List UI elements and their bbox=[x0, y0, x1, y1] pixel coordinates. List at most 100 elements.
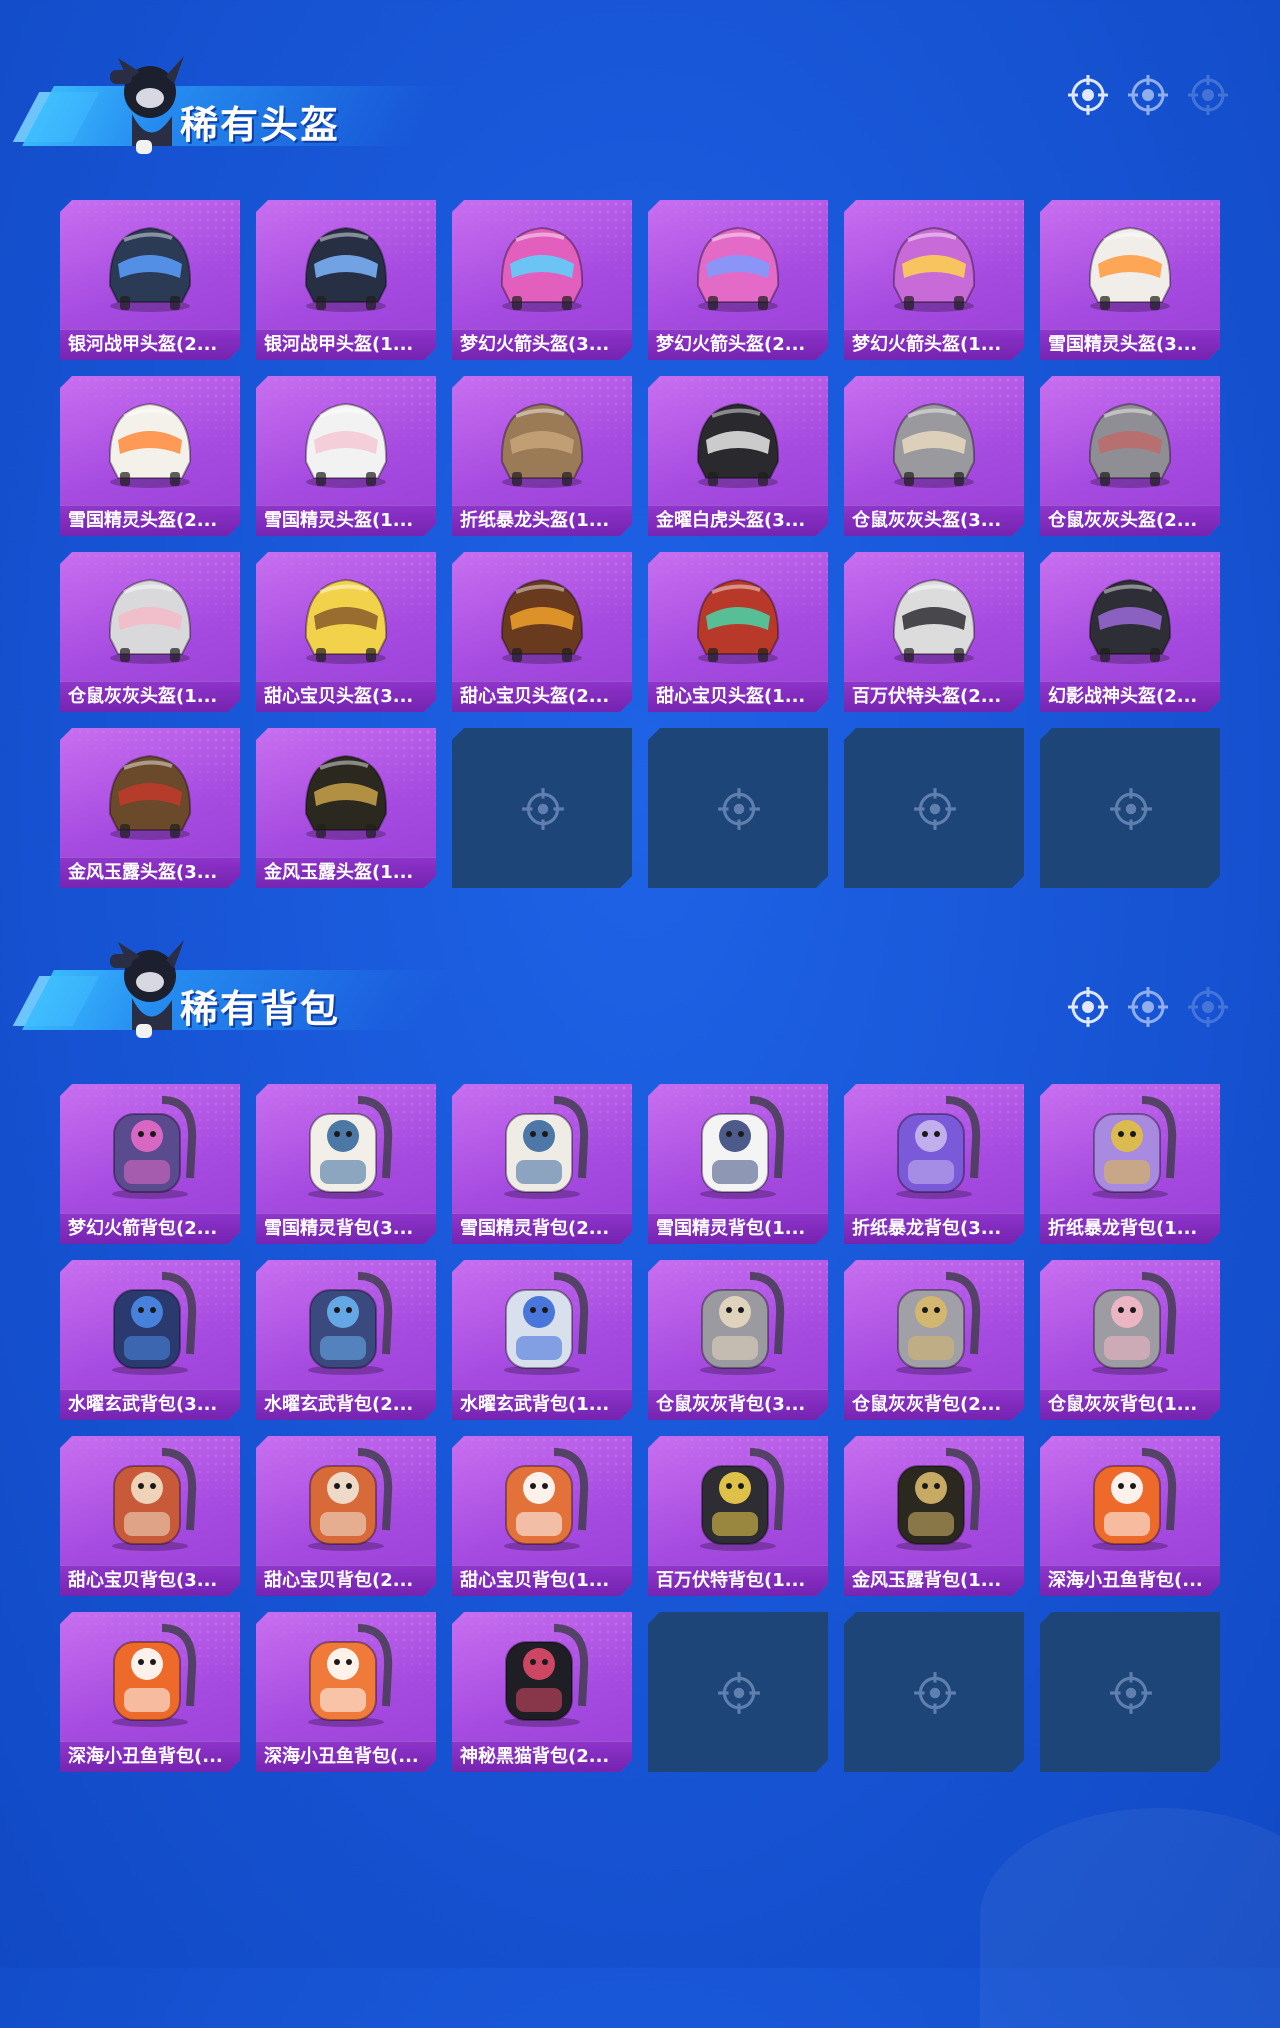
backpack-icon bbox=[286, 1442, 406, 1554]
backpack-item-card[interactable]: 仓鼠灰灰背包(1... bbox=[1040, 1260, 1220, 1420]
crosshair-icon[interactable] bbox=[1126, 73, 1170, 117]
backpack-item-card[interactable]: 雪国精灵背包(3... bbox=[256, 1084, 436, 1244]
helmet-grid: 银河战甲头盔(2... 银河战甲头盔(1... 梦幻火箭头盔(3... 梦幻火箭头盔(… bbox=[60, 200, 1220, 888]
helmet-item-card[interactable]: 甜心宝贝头盔(2... bbox=[452, 552, 632, 712]
backpack-item-card[interactable]: 神秘黑猫背包(2... bbox=[452, 1612, 632, 1772]
helmet-item-card[interactable]: 金曜白虎头盔(3... bbox=[648, 376, 828, 536]
crosshair-icon[interactable] bbox=[1066, 73, 1110, 117]
helmet-icon bbox=[286, 558, 406, 670]
helmet-icon bbox=[482, 382, 602, 494]
helmet-icon bbox=[286, 382, 406, 494]
item-label: 水曜玄武背包(1... bbox=[452, 1389, 632, 1420]
crosshair-placeholder-icon bbox=[716, 1670, 762, 1716]
item-label: 水曜玄武背包(3... bbox=[60, 1389, 240, 1420]
backpack-grid: 梦幻火箭背包(2... 雪国精灵背包(3... 雪国精灵背包(2... 雪国精灵背包(… bbox=[60, 1084, 1220, 1772]
helmet-icon bbox=[286, 206, 406, 318]
item-label: 甜心宝贝头盔(1... bbox=[648, 681, 828, 712]
backpack-item-card[interactable]: 深海小丑鱼背包(... bbox=[1040, 1436, 1220, 1596]
backpack-item-card[interactable]: 水曜玄武背包(1... bbox=[452, 1260, 632, 1420]
empty-slot bbox=[648, 1612, 828, 1772]
backpack-item-card[interactable]: 水曜玄武背包(2... bbox=[256, 1260, 436, 1420]
backpack-item-card[interactable]: 雪国精灵背包(2... bbox=[452, 1084, 632, 1244]
helmet-icon bbox=[1070, 206, 1190, 318]
crosshair-placeholder-icon bbox=[520, 786, 566, 832]
helmet-item-card[interactable]: 仓鼠灰灰头盔(1... bbox=[60, 552, 240, 712]
item-label: 折纸暴龙背包(3... bbox=[844, 1213, 1024, 1244]
helmet-item-card[interactable]: 梦幻火箭头盔(3... bbox=[452, 200, 632, 360]
backpack-item-card[interactable]: 梦幻火箭背包(2... bbox=[60, 1084, 240, 1244]
helmet-item-card[interactable]: 雪国精灵头盔(3... bbox=[1040, 200, 1220, 360]
helmet-icon bbox=[286, 734, 406, 846]
helmet-item-card[interactable]: 雪国精灵头盔(1... bbox=[256, 376, 436, 536]
backpack-item-card[interactable]: 折纸暴龙背包(3... bbox=[844, 1084, 1024, 1244]
backpack-item-card[interactable]: 折纸暴龙背包(1... bbox=[1040, 1084, 1220, 1244]
section-title: 稀有背包 bbox=[180, 987, 341, 1031]
helmet-icon bbox=[678, 206, 798, 318]
backpack-item-card[interactable]: 金风玉露背包(1... bbox=[844, 1436, 1024, 1596]
helmet-item-card[interactable]: 雪国精灵头盔(2... bbox=[60, 376, 240, 536]
crosshair-icon[interactable] bbox=[1186, 985, 1230, 1029]
helmet-item-card[interactable]: 甜心宝贝头盔(1... bbox=[648, 552, 828, 712]
backpack-item-card[interactable]: 甜心宝贝背包(1... bbox=[452, 1436, 632, 1596]
backpack-icon bbox=[1070, 1090, 1190, 1202]
helmet-icon bbox=[90, 206, 210, 318]
backpack-icon bbox=[482, 1618, 602, 1730]
item-label: 神秘黑猫背包(2... bbox=[452, 1741, 632, 1772]
helmet-item-card[interactable]: 银河战甲头盔(1... bbox=[256, 200, 436, 360]
backpack-icon bbox=[874, 1090, 994, 1202]
backpack-item-card[interactable]: 百万伏特背包(1... bbox=[648, 1436, 828, 1596]
helmet-item-card[interactable]: 银河战甲头盔(2... bbox=[60, 200, 240, 360]
backpack-icon bbox=[678, 1090, 798, 1202]
backpack-item-card[interactable]: 水曜玄武背包(3... bbox=[60, 1260, 240, 1420]
item-label: 银河战甲头盔(1... bbox=[256, 329, 436, 360]
helmet-item-card[interactable]: 幻影战神头盔(2... bbox=[1040, 552, 1220, 712]
helmet-item-card[interactable]: 金风玉露头盔(1... bbox=[256, 728, 436, 888]
page-indicator bbox=[1066, 70, 1236, 120]
helmet-item-card[interactable]: 金风玉露头盔(3... bbox=[60, 728, 240, 888]
page-indicator bbox=[1066, 982, 1236, 1032]
item-label: 雪国精灵头盔(2... bbox=[60, 505, 240, 536]
helmet-item-card[interactable]: 梦幻火箭头盔(2... bbox=[648, 200, 828, 360]
backpack-item-card[interactable]: 深海小丑鱼背包(... bbox=[256, 1612, 436, 1772]
helmet-icon bbox=[90, 382, 210, 494]
helmet-icon bbox=[874, 558, 994, 670]
item-label: 折纸暴龙背包(1... bbox=[1040, 1213, 1220, 1244]
helmet-item-card[interactable]: 仓鼠灰灰头盔(2... bbox=[1040, 376, 1220, 536]
helmet-item-card[interactable]: 折纸暴龙头盔(1... bbox=[452, 376, 632, 536]
crosshair-placeholder-icon bbox=[1108, 786, 1154, 832]
helmet-icon bbox=[482, 558, 602, 670]
helmet-icon bbox=[482, 206, 602, 318]
helmet-item-card[interactable]: 梦幻火箭头盔(1... bbox=[844, 200, 1024, 360]
backpack-item-card[interactable]: 深海小丑鱼背包(... bbox=[60, 1612, 240, 1772]
crosshair-icon[interactable] bbox=[1126, 985, 1170, 1029]
helmet-item-card[interactable]: 甜心宝贝头盔(3... bbox=[256, 552, 436, 712]
helmet-item-card[interactable]: 仓鼠灰灰头盔(3... bbox=[844, 376, 1024, 536]
item-label: 水曜玄武背包(2... bbox=[256, 1389, 436, 1420]
backpack-item-card[interactable]: 仓鼠灰灰背包(3... bbox=[648, 1260, 828, 1420]
backpack-item-card[interactable]: 甜心宝贝背包(2... bbox=[256, 1436, 436, 1596]
backpack-item-card[interactable]: 甜心宝贝背包(3... bbox=[60, 1436, 240, 1596]
crosshair-icon[interactable] bbox=[1186, 73, 1230, 117]
empty-slot bbox=[452, 728, 632, 888]
item-label: 仓鼠灰灰头盔(1... bbox=[60, 681, 240, 712]
helmet-icon bbox=[1070, 382, 1190, 494]
backpack-icon bbox=[286, 1618, 406, 1730]
empty-slot bbox=[844, 1612, 1024, 1772]
backpack-item-card[interactable]: 仓鼠灰灰背包(2... bbox=[844, 1260, 1024, 1420]
helmet-item-card[interactable]: 百万伏特头盔(2... bbox=[844, 552, 1024, 712]
item-label: 雪国精灵头盔(1... bbox=[256, 505, 436, 536]
item-label: 甜心宝贝头盔(3... bbox=[256, 681, 436, 712]
backpack-icon bbox=[90, 1618, 210, 1730]
item-label: 百万伏特头盔(2... bbox=[844, 681, 1024, 712]
item-label: 金风玉露头盔(1... bbox=[256, 857, 436, 888]
empty-slot bbox=[1040, 728, 1220, 888]
backpack-icon bbox=[482, 1090, 602, 1202]
backpack-icon bbox=[286, 1266, 406, 1378]
item-label: 折纸暴龙头盔(1... bbox=[452, 505, 632, 536]
crosshair-icon[interactable] bbox=[1066, 985, 1110, 1029]
helmet-icon bbox=[1070, 558, 1190, 670]
backpack-item-card[interactable]: 雪国精灵背包(1... bbox=[648, 1084, 828, 1244]
backpack-icon bbox=[90, 1090, 210, 1202]
item-label: 深海小丑鱼背包(... bbox=[256, 1741, 436, 1772]
empty-slot bbox=[844, 728, 1024, 888]
